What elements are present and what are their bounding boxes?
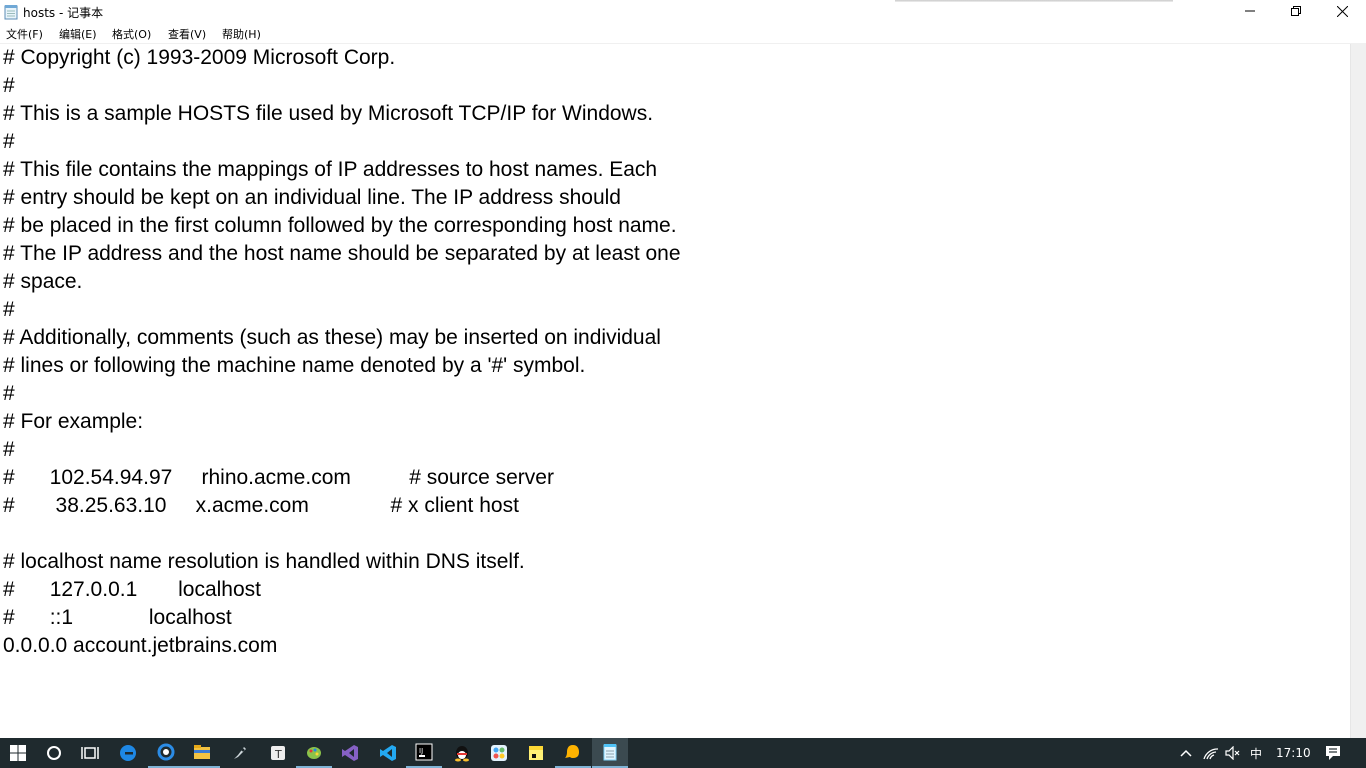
visual-studio-app[interactable] <box>332 738 368 768</box>
notepad-icon <box>4 5 18 20</box>
typora-icon: T <box>271 746 285 761</box>
menu-bar: 文件(F) 编辑(E) 格式(O) 查看(V) 帮助(H) <box>0 24 1366 44</box>
title-bar[interactable]: hosts - 记事本 <box>0 0 1366 24</box>
show-hidden-icons-button[interactable] <box>1177 738 1195 768</box>
vscode-icon <box>380 745 396 761</box>
file-explorer-app[interactable] <box>184 738 220 768</box>
close-button[interactable] <box>1319 0 1365 22</box>
paint-icon <box>307 747 321 759</box>
browser-icon <box>157 743 175 761</box>
text-line: 0.0.0.0 account.jetbrains.com <box>3 634 278 657</box>
sticky-notes-icon <box>529 746 543 760</box>
window-title: hosts - 记事本 <box>23 6 104 20</box>
text-line: # space. <box>3 270 83 293</box>
text-line: # ::1 localhost <box>3 606 232 629</box>
qq-penguin-icon <box>455 746 469 762</box>
intellij-app[interactable]: IJ <box>406 738 442 768</box>
speaker-muted-icon <box>1225 746 1240 760</box>
close-icon <box>1336 5 1348 17</box>
text-line: # This is a sample HOSTS file used by Mi… <box>3 102 654 125</box>
vscode-app[interactable] <box>370 738 406 768</box>
paint-app[interactable] <box>296 738 332 768</box>
chevron-up-icon <box>1180 749 1192 757</box>
ime-indicator[interactable]: 中 <box>1250 738 1262 768</box>
text-line: # localhost name resolution is handled w… <box>3 550 525 573</box>
menu-help[interactable]: 帮助(H) <box>222 26 261 42</box>
menu-file[interactable]: 文件(F) <box>6 26 43 42</box>
qq-chat-app[interactable] <box>555 738 591 768</box>
text-line: # Additionally, comments (such as these)… <box>3 326 661 349</box>
task-view-button[interactable] <box>72 738 108 768</box>
qq-chat-icon <box>565 745 579 758</box>
intellij-icon: IJ <box>415 743 433 761</box>
svg-text:IJ: IJ <box>419 747 423 755</box>
menu-view[interactable]: 查看(V) <box>168 26 206 42</box>
browser-app[interactable] <box>148 738 184 768</box>
text-line: # <box>3 298 15 321</box>
text-line: # This file contains the mappings of IP … <box>3 158 658 181</box>
wifi-icon <box>1203 748 1219 760</box>
minimize-button[interactable] <box>1227 0 1273 22</box>
text-line: # lines or following the machine name de… <box>3 354 586 377</box>
notepad-icon <box>603 744 617 761</box>
typora-app[interactable]: T <box>260 738 296 768</box>
cortana-circle-icon <box>47 746 61 760</box>
task-view-icon <box>81 747 99 759</box>
clock[interactable]: 17:10 <box>1276 738 1311 768</box>
minimize-icon <box>1245 10 1255 12</box>
taskbar: T IJ 中 17:10 <box>0 738 1366 768</box>
text-line: # 127.0.0.1 localhost <box>3 578 261 601</box>
text-line: # be placed in the first column followed… <box>3 214 677 237</box>
text-line: # entry should be kept on an individual … <box>3 186 621 209</box>
menu-edit[interactable]: 编辑(E) <box>59 26 97 42</box>
notification-icon <box>1326 746 1340 760</box>
start-button[interactable] <box>0 738 36 768</box>
notepad-app[interactable] <box>592 738 628 768</box>
restore-button[interactable] <box>1273 0 1319 22</box>
folder-icon <box>194 745 210 759</box>
rocket-app[interactable] <box>222 738 258 768</box>
qq-app[interactable] <box>444 738 480 768</box>
edge-app[interactable] <box>110 738 146 768</box>
text-line: # For example: <box>3 410 144 433</box>
wifi-button[interactable] <box>1202 738 1220 768</box>
svg-text:T: T <box>274 748 282 761</box>
text-line: # The IP address and the host name shoul… <box>3 242 681 265</box>
text-line: # <box>3 438 15 461</box>
search-button[interactable] <box>36 738 72 768</box>
edge-icon <box>120 745 136 761</box>
text-line: # <box>3 382 15 405</box>
text-line: # <box>3 74 15 97</box>
restore-icon <box>1291 6 1301 16</box>
overlay-shadow <box>895 0 1173 2</box>
text-line: # 102.54.94.97 rhino.acme.com # source s… <box>3 466 554 489</box>
visual-studio-icon <box>342 745 358 761</box>
windows-icon <box>10 745 26 761</box>
text-editor-area[interactable]: # Copyright (c) 1993-2009 Microsoft Corp… <box>0 44 1350 738</box>
action-center-button[interactable] <box>1324 738 1342 768</box>
sticky-notes-app[interactable] <box>518 738 554 768</box>
volume-button[interactable] <box>1224 738 1242 768</box>
menu-format[interactable]: 格式(O) <box>112 26 151 42</box>
network-icon <box>491 745 507 761</box>
network-app[interactable] <box>481 738 517 768</box>
vertical-scrollbar[interactable] <box>1350 44 1366 738</box>
text-line: # Copyright (c) 1993-2009 Microsoft Corp… <box>3 46 396 69</box>
rocket-icon <box>234 747 246 759</box>
text-line: # 38.25.63.10 x.acme.com # x client host <box>3 494 519 517</box>
text-line: # <box>3 130 15 153</box>
